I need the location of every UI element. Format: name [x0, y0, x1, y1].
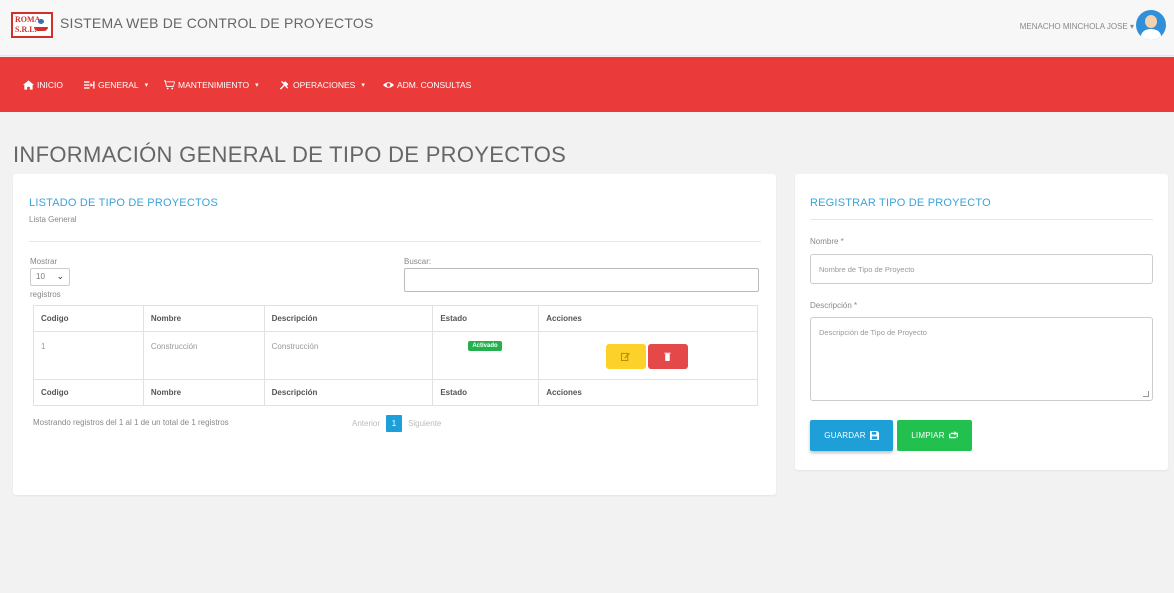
foot-codigo: Codigo [33, 379, 144, 406]
user-menu[interactable]: MENACHO MINCHOLA JOSE ▾ [1020, 22, 1134, 31]
form-card: REGISTRAR TIPO DE PROYECTO Nombre * Nomb… [795, 174, 1168, 470]
name-label: Nombre * [810, 237, 844, 246]
nav-item-inicio[interactable]: INICIO [23, 80, 63, 90]
table-footer-row: Codigo Nombre Descripción Estado Accione… [33, 379, 758, 406]
avatar[interactable] [1136, 10, 1166, 40]
pager-next[interactable]: Siguiente [408, 419, 441, 428]
status-badge: Activado [468, 341, 502, 351]
top-header: ROMA S.R.L. SISTEMA WEB DE CONTROL DE PR… [0, 0, 1174, 56]
records-label: registros [30, 290, 61, 299]
col-descripcion[interactable]: Descripción [263, 305, 434, 332]
page-size-value: 10 [36, 272, 45, 281]
app-title: SISTEMA WEB DE CONTROL DE PROYECTOS [60, 15, 374, 31]
main-navbar: INICIO GENERAL ▾ MANTENIMIENTO ▾ OPERACI… [0, 57, 1174, 112]
col-nombre[interactable]: Nombre [142, 305, 265, 332]
edit-icon [621, 352, 631, 361]
floppy-disk-icon [869, 431, 879, 440]
refresh-icon [948, 431, 958, 439]
page-size-select[interactable]: 10 ⌄ [30, 268, 70, 286]
table-row: 1 Construcción Construcción Activado [33, 331, 758, 380]
nav-item-operaciones[interactable]: OPERACIONES ▾ [279, 80, 365, 90]
name-input[interactable]: Nombre de Tipo de Proyecto [810, 254, 1153, 284]
clear-label: LIMPIAR [911, 431, 945, 440]
cell-codigo: 1 [33, 331, 144, 380]
divider [29, 241, 761, 242]
pagination: Anterior 1 Siguiente [352, 415, 441, 432]
col-estado[interactable]: Estado [432, 305, 540, 332]
name-placeholder: Nombre de Tipo de Proyecto [819, 265, 915, 274]
logo-mark-icon [34, 19, 48, 31]
list-card-title: LISTADO DE TIPO DE PROYECTOS [29, 197, 218, 209]
save-button[interactable]: GUARDAR [810, 420, 893, 451]
list-card-subtitle: Lista General [29, 215, 77, 224]
tools-icon [279, 81, 289, 90]
cart-icon [164, 80, 175, 90]
foot-acciones: Acciones [538, 379, 758, 406]
home-icon [23, 80, 34, 90]
col-acciones[interactable]: Acciones [538, 305, 758, 332]
desc-label: Descripción * [810, 301, 858, 310]
form-card-title: REGISTRAR TIPO DE PROYECTO [810, 197, 991, 209]
cell-descripcion: Construcción [263, 331, 434, 380]
table-info: Mostrando registros del 1 al 1 de un tot… [33, 418, 229, 427]
pager-prev[interactable]: Anterior [352, 419, 380, 428]
eye-icon [383, 82, 394, 88]
foot-descripcion: Descripción [263, 379, 434, 406]
resize-handle-icon[interactable] [1143, 391, 1149, 397]
nav-item-consultas[interactable]: ADM. CONSULTAS [383, 80, 471, 90]
desc-placeholder: Descripción de Tipo de Proyecto [819, 328, 927, 337]
nav-label: OPERACIONES [293, 80, 356, 90]
clear-button[interactable]: LIMPIAR [897, 420, 972, 451]
trash-icon [664, 352, 671, 361]
logo-text: ROMA S.R.L. [15, 15, 40, 34]
cell-nombre: Construcción [142, 331, 265, 380]
col-codigo[interactable]: Codigo [33, 305, 144, 332]
chevron-down-icon: ▾ [361, 82, 365, 89]
show-label: Mostrar [30, 257, 58, 266]
nav-label: MANTENIMIENTO [178, 80, 250, 90]
divider [810, 219, 1153, 220]
chevron-down-icon: ⌄ [56, 271, 64, 281]
list-card: LISTADO DE TIPO DE PROYECTOS Lista Gener… [13, 174, 776, 495]
cell-estado: Activado [432, 331, 540, 380]
save-label: GUARDAR [824, 431, 866, 440]
chevron-down-icon: ▾ [144, 82, 149, 89]
search-input[interactable] [404, 268, 759, 292]
pager-page-current[interactable]: 1 [386, 415, 403, 432]
delete-button[interactable] [648, 344, 689, 369]
page-title: INFORMACIÓN GENERAL DE TIPO DE PROYECTOS [13, 142, 567, 167]
table-header-row: Codigo Nombre Descripción Estado Accione… [33, 305, 758, 332]
chevron-down-icon: ▾ [255, 82, 259, 89]
edit-button[interactable] [606, 344, 647, 369]
nav-item-general[interactable]: GENERAL ▾ [84, 80, 148, 90]
company-logo: ROMA S.R.L. [11, 12, 53, 38]
list-icon [84, 81, 95, 89]
nav-label: INICIO [37, 80, 63, 90]
foot-nombre: Nombre [142, 379, 265, 406]
description-textarea[interactable]: Descripción de Tipo de Proyecto [810, 317, 1153, 401]
search-label: Buscar: [404, 257, 432, 266]
nav-item-mantenimiento[interactable]: MANTENIMIENTO ▾ [164, 80, 259, 90]
nav-label: GENERAL [98, 80, 139, 90]
tipos-table: Codigo Nombre Descripción Estado Accione… [33, 305, 758, 406]
cell-acciones [538, 331, 758, 380]
nav-label: ADM. CONSULTAS [397, 80, 472, 90]
foot-estado: Estado [432, 379, 540, 406]
